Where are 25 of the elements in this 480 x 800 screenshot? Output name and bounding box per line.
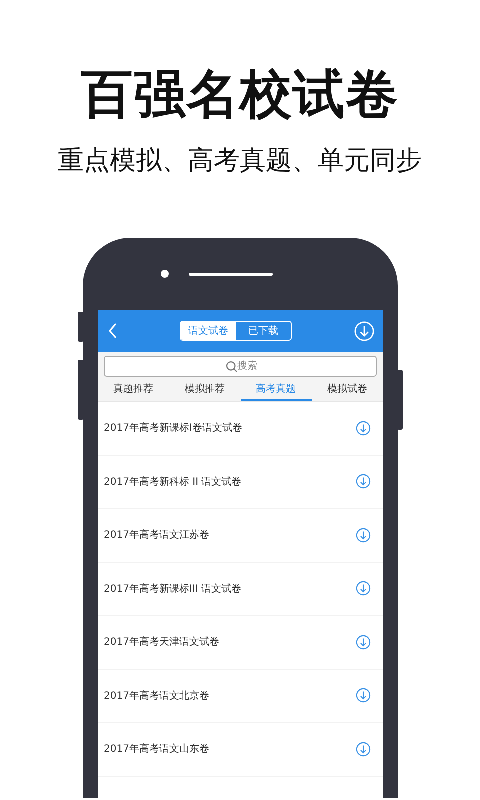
paper-title[interactable]: 2017年高考天津语文试卷 [104,635,220,650]
subheadline: 重点模拟、高考真题、单元同步 [58,145,422,178]
search-field[interactable]: 搜索 [104,356,377,377]
paper-title[interactable]: 2017年高考语文北京卷 [104,688,210,703]
paper-title[interactable]: 2017年高考新课标I卷语文试卷 [104,421,242,436]
category-tab[interactable]: 真题推荐 [98,379,170,401]
paper-title[interactable]: 2017年高考语文江苏卷 [104,528,210,542]
back-icon[interactable] [108,323,118,339]
headline: 百强名校试卷 [81,64,399,127]
search-icon [226,361,238,373]
download-icon[interactable] [356,420,371,436]
segment-tab[interactable]: 语文试卷 [181,322,236,340]
paper-title[interactable]: 2017年高考语文山东卷 [104,742,210,756]
paper-title[interactable]: 2017年高考新课标III 语文试卷 [104,582,242,596]
download-icon[interactable] [356,528,371,543]
download-icon[interactable] [356,742,371,757]
paper-title[interactable]: 2017年高考新科标 II 语文试卷 [104,474,242,489]
download-icon[interactable] [356,634,371,650]
category-tab[interactable]: 模拟推荐 [169,379,240,401]
download-icon[interactable] [356,474,371,490]
camera-dot [160,270,168,278]
download-icon[interactable] [356,688,371,704]
download-icon[interactable] [356,581,371,596]
category-tab[interactable]: 模拟试卷 [312,379,383,401]
segment-tab[interactable]: 已下载 [236,322,291,340]
